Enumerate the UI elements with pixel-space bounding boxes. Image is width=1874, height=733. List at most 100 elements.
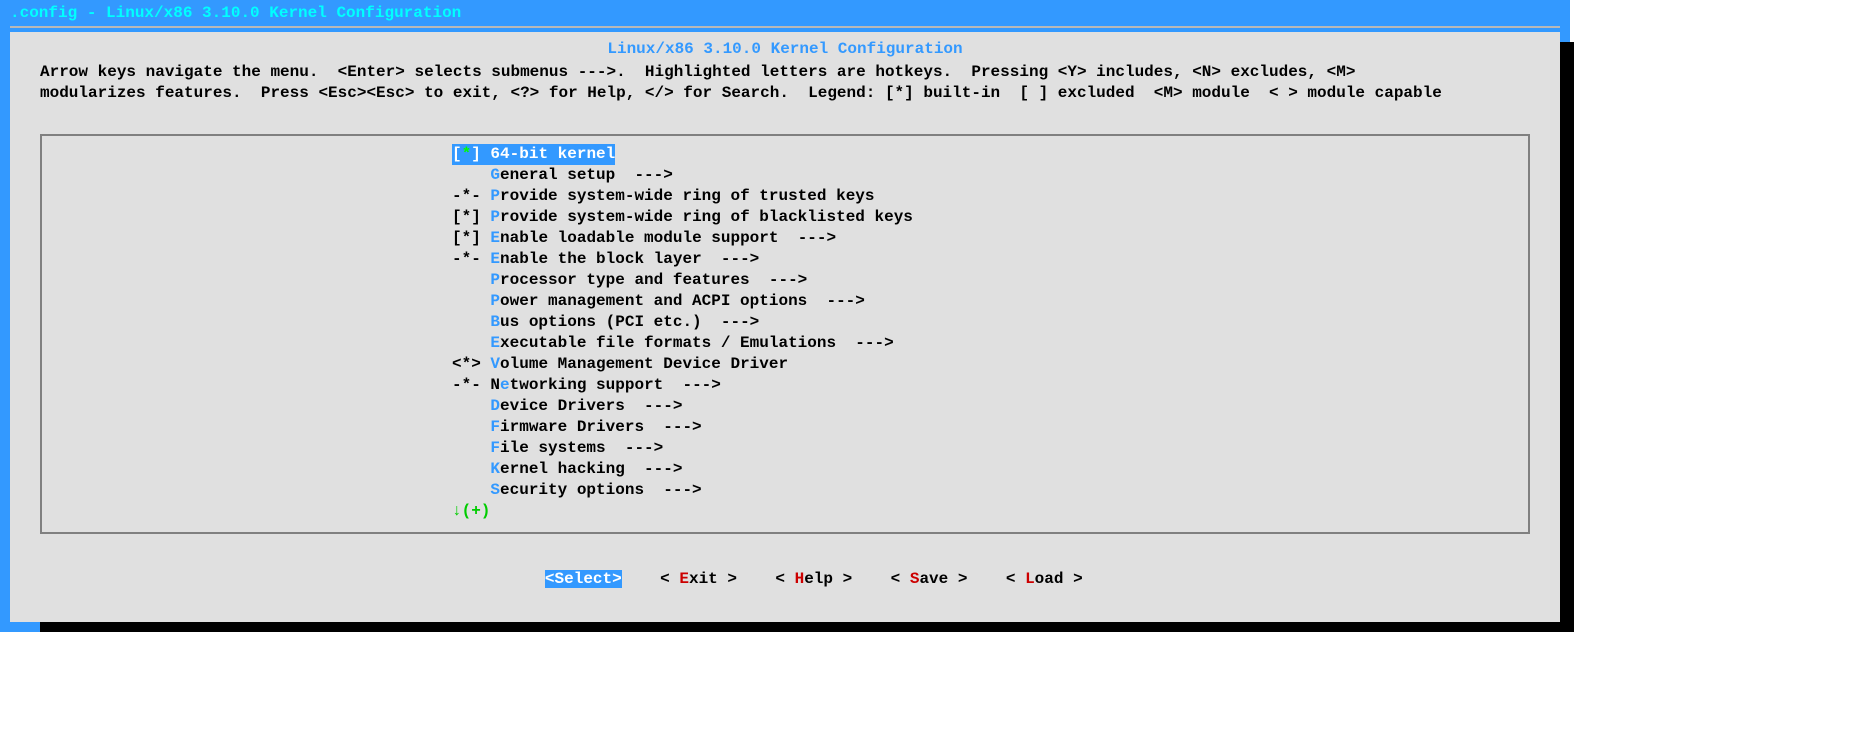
menu-item-hotkey: E (490, 334, 500, 352)
menu-item-label: ower management and ACPI options (500, 292, 826, 310)
menu-box: [*] 64-bit kernel General setup --->-*- … (40, 134, 1530, 534)
menu-item[interactable]: Security options ---> (452, 480, 1528, 501)
menu-item-prefix (452, 292, 490, 310)
menu-item-prefix: [ (452, 229, 462, 247)
menu-item[interactable]: [*] Enable loadable module support ---> (452, 228, 1528, 249)
menu-item-hotkey: V (490, 355, 500, 373)
submenu-arrow-icon: ---> (721, 250, 759, 268)
menu-item-suffix: ] (471, 229, 490, 247)
menu-item[interactable]: Executable file formats / Emulations ---… (452, 333, 1528, 354)
menu-item-hotkey: E (490, 250, 500, 268)
menu-item-hotkey: 6 (490, 145, 500, 163)
menu-item-label: xecutable file formats / Emulations (500, 334, 855, 352)
menu-item[interactable]: -*- Networking support ---> (452, 375, 1528, 396)
menu-item[interactable]: [*] Provide system-wide ring of blacklis… (452, 207, 1528, 228)
load-button[interactable]: < Load > (1006, 570, 1083, 588)
submenu-arrow-icon: ---> (721, 313, 759, 331)
menu-item[interactable]: -*- Provide system-wide ring of trusted … (452, 186, 1528, 207)
menu-item-label: us options (PCI etc.) (500, 313, 721, 331)
submenu-arrow-icon: ---> (769, 271, 807, 289)
menu-item[interactable]: General setup ---> (452, 165, 1528, 186)
submenu-arrow-icon: ---> (634, 166, 672, 184)
menu-item-marker: * (462, 187, 472, 205)
menu-item[interactable]: Device Drivers ---> (452, 396, 1528, 417)
menu-item-hotkey: E (490, 229, 500, 247)
menu-item-hotkey: D (490, 397, 500, 415)
submenu-arrow-icon: ---> (798, 229, 836, 247)
menu-item-prefix (452, 271, 490, 289)
submenu-arrow-icon: ---> (625, 439, 663, 457)
window-titlebar: .config - Linux/x86 3.10.0 Kernel Config… (0, 0, 1570, 24)
menu-item[interactable]: Processor type and features ---> (452, 270, 1528, 291)
menu-item-hotkey: P (490, 208, 500, 226)
submenu-arrow-icon: ---> (682, 376, 720, 394)
submenu-arrow-icon: ---> (826, 292, 864, 310)
menu-item-suffix: ] (471, 145, 490, 163)
panel-shadow-right (1560, 42, 1574, 632)
menu-item-prefix: - (452, 187, 462, 205)
scroll-down-indicator: ↓(+) (452, 501, 1528, 522)
menu-item[interactable]: Firmware Drivers ---> (452, 417, 1528, 438)
menu-item-prefix (452, 481, 490, 499)
menu-item-hotkey: e (500, 376, 510, 394)
menu-item-prefix (452, 166, 490, 184)
submenu-arrow-icon: ---> (644, 397, 682, 415)
menu-item-hotkey: F (490, 439, 500, 457)
menu-item-label: nable loadable module support (500, 229, 798, 247)
submenu-arrow-icon: ---> (663, 481, 701, 499)
help-text-line1: Arrow keys navigate the menu. <Enter> se… (10, 58, 1560, 83)
menu-item-prefix (452, 439, 490, 457)
menu-item[interactable]: <*> Volume Management Device Driver (452, 354, 1528, 375)
save-button[interactable]: < Save > (891, 570, 968, 588)
menu-item-hotkey: P (490, 187, 500, 205)
titlebar-divider (10, 26, 1560, 28)
menu-item-label: ecurity options (500, 481, 663, 499)
submenu-arrow-icon: ---> (644, 460, 682, 478)
menu-item-suffix: ] (471, 208, 490, 226)
menu-item-label: olume Management Device Driver (500, 355, 788, 373)
menu-item-prefix: - (452, 250, 462, 268)
menu-item[interactable]: Bus options (PCI etc.) ---> (452, 312, 1528, 333)
menu-item-label: irmware Drivers (500, 418, 663, 436)
menu-item-prefix (452, 397, 490, 415)
menu-item-hotkey: G (490, 166, 500, 184)
menu-item[interactable]: [*] 64-bit kernel (452, 144, 615, 165)
menu-item-suffix: > (471, 355, 490, 373)
menu-item-prefix (452, 334, 490, 352)
button-bar: <Select> < Exit > < Help > < Save > < Lo… (10, 552, 1560, 606)
help-button[interactable]: < Help > (775, 570, 852, 588)
menu-item-label: nable the block layer (500, 250, 721, 268)
menu-item-marker: * (462, 229, 472, 247)
main-panel: Linux/x86 3.10.0 Kernel Configuration Ar… (10, 32, 1560, 622)
menu-item-label: ernel hacking (500, 460, 644, 478)
menu-item-suffix: - (471, 250, 490, 268)
menu-item-label: ile systems (500, 439, 625, 457)
menu-item-label: rovide system-wide ring of trusted keys (500, 187, 874, 205)
menu-item-prefix: < (452, 355, 462, 373)
menu-item-suffix: - (471, 187, 490, 205)
help-text-line2: modularizes features. Press <Esc><Esc> t… (10, 83, 1560, 104)
menu-item-marker: * (462, 355, 472, 373)
panel-title: Linux/x86 3.10.0 Kernel Configuration (10, 32, 1560, 58)
menu-item-label: tworking support (510, 376, 683, 394)
menu-item-hotkey: S (490, 481, 500, 499)
menu-item-label: evice Drivers (500, 397, 644, 415)
menu-item-prefix (452, 418, 490, 436)
menu-item[interactable]: Power management and ACPI options ---> (452, 291, 1528, 312)
menu-item-hotkey: P (490, 271, 500, 289)
menu-item-hotkey: F (490, 418, 500, 436)
select-button[interactable]: <Select> (545, 570, 622, 588)
menu-item-suffix: - N (471, 376, 500, 394)
menu-item-hotkey: K (490, 460, 500, 478)
menu-item[interactable]: Kernel hacking ---> (452, 459, 1528, 480)
panel-shadow-bottom (40, 622, 1574, 632)
menu-item-prefix: [ (452, 145, 462, 163)
menu-item-marker: * (462, 376, 472, 394)
menu-item-label: rocessor type and features (500, 271, 769, 289)
menu-item-label: eneral setup (500, 166, 634, 184)
submenu-arrow-icon: ---> (855, 334, 893, 352)
exit-button[interactable]: < Exit > (660, 570, 737, 588)
menu-item[interactable]: -*- Enable the block layer ---> (452, 249, 1528, 270)
menu-item-marker: * (462, 208, 472, 226)
menu-item[interactable]: File systems ---> (452, 438, 1528, 459)
